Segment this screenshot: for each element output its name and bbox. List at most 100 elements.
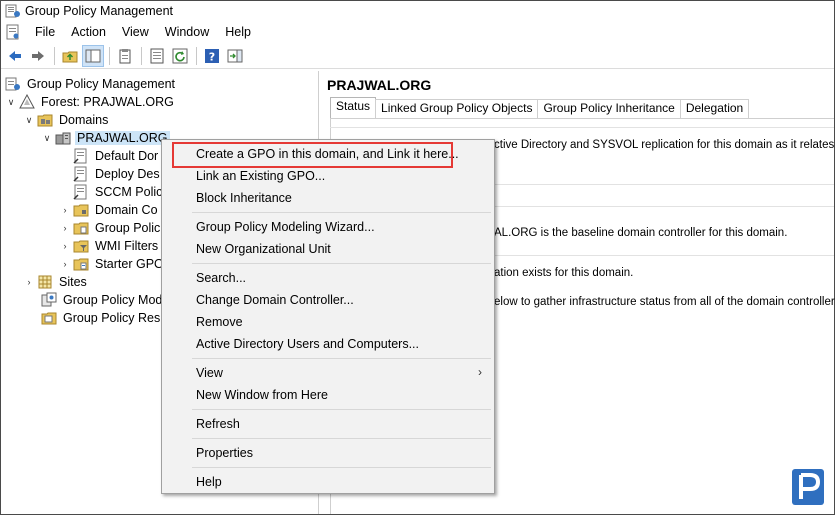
tree-node-group-policy-objects[interactable]: › Group Polic (59, 219, 162, 237)
help-button[interactable]: ? (201, 45, 223, 67)
expanded-chevron-icon[interactable]: ∨ (41, 133, 53, 144)
console-doc-icon[interactable] (5, 24, 21, 40)
tree-node-domain-prajwal[interactable]: ∨ PRAJWAL.ORG (41, 129, 170, 147)
menu-window[interactable]: Window (157, 25, 217, 39)
action-pane-button[interactable] (224, 45, 246, 67)
tree-node-wmi-filters[interactable]: › WMI Filters (59, 237, 160, 255)
tree-node-label: Group Policy Mode (63, 293, 170, 307)
menu-view[interactable]: View (114, 25, 157, 39)
tree-node-starter-gpos[interactable]: › Starter GPO (59, 255, 166, 273)
tree-node-gpo-link[interactable]: SCCM Polic (73, 183, 164, 201)
clipboard-button[interactable] (114, 45, 136, 67)
tree-node-forest[interactable]: ∨ Forest: PRAJWAL.ORG (5, 93, 176, 111)
window-title: Group Policy Management (25, 4, 173, 18)
title-bar[interactable]: Group Policy Management (1, 1, 834, 21)
menu-item-change-dc[interactable]: Change Domain Controller... (196, 293, 354, 307)
tab-gp-inheritance[interactable]: Group Policy Inheritance (537, 99, 681, 118)
clipboard-icon (119, 49, 131, 64)
tree-node-domain-controllers[interactable]: › Domain Co (59, 201, 160, 219)
menu-bar: File Action View Window Help (1, 22, 834, 42)
menu-item-properties[interactable]: Properties (196, 446, 253, 460)
collapsed-chevron-icon[interactable]: › (59, 205, 71, 215)
tree-node-gp-modeling[interactable]: Group Policy Mode (41, 291, 171, 309)
tree-node-gpo-link[interactable]: Deploy Des (73, 165, 162, 183)
brand-logo-icon (792, 469, 824, 505)
details-tabs: Status Linked Group Policy Objects Group… (330, 97, 750, 118)
menu-item-new-window[interactable]: New Window from Here (196, 388, 328, 402)
menu-item-ad-users-computers[interactable]: Active Directory Users and Computers... (196, 337, 419, 351)
tree-node-gpm-root[interactable]: Group Policy Management (5, 75, 177, 93)
back-button[interactable] (4, 45, 26, 67)
svg-text:?: ? (209, 51, 215, 64)
tree-node-label: Domain Co (95, 203, 158, 217)
menu-item-search[interactable]: Search... (196, 271, 246, 285)
tree-node-label: Group Policy Resul (63, 311, 170, 325)
forward-button[interactable] (27, 45, 49, 67)
tree-node-label: Starter GPO (95, 257, 164, 271)
gpo-link-icon (73, 148, 87, 164)
gather-status-text: elow to gather infrastructure status fro… (494, 296, 835, 308)
status-description-text: ctive Directory and SYSVOL replication f… (494, 139, 835, 151)
collapsed-chevron-icon[interactable]: › (23, 277, 35, 287)
action-pane-icon (227, 49, 243, 63)
status-info-text: ation exists for this domain. (494, 267, 634, 279)
tab-status[interactable]: Status (330, 97, 377, 118)
help-icon: ? (205, 49, 219, 64)
up-folder-icon (62, 51, 78, 63)
context-menu: Create a GPO in this domain, and Link it… (161, 139, 495, 494)
menu-separator (192, 467, 491, 468)
menu-separator (192, 409, 491, 410)
tab-linked-gpos[interactable]: Linked Group Policy Objects (375, 99, 539, 118)
menu-item-new-ou[interactable]: New Organizational Unit (196, 242, 331, 256)
ou-folder-icon (73, 204, 89, 217)
menu-item-refresh[interactable]: Refresh (196, 417, 240, 431)
menu-item-view[interactable]: View (196, 366, 223, 380)
gpo-link-icon (73, 184, 87, 200)
gpo-folder-icon (73, 222, 89, 235)
expanded-chevron-icon[interactable]: ∨ (23, 115, 35, 126)
tree-node-sites[interactable]: › Sites (23, 273, 89, 291)
expanded-chevron-icon[interactable]: ∨ (5, 97, 17, 108)
collapsed-chevron-icon[interactable]: › (59, 223, 71, 233)
gpo-link-icon (73, 166, 87, 182)
menu-separator (192, 438, 491, 439)
wmi-folder-icon (73, 240, 89, 253)
tree-node-label: Deploy Des (95, 167, 160, 181)
menu-item-remove[interactable]: Remove (196, 315, 243, 329)
domains-folder-icon (37, 114, 53, 127)
up-folder-button[interactable] (59, 45, 81, 67)
tree-node-gpo-link[interactable]: Default Dor (73, 147, 160, 165)
refresh-button[interactable] (169, 45, 191, 67)
gpm-root-icon (5, 77, 20, 91)
menu-item-block-inheritance[interactable]: Block Inheritance (196, 191, 292, 205)
tab-delegation[interactable]: Delegation (679, 99, 750, 118)
properties-button[interactable] (146, 45, 168, 67)
divider (330, 127, 834, 128)
menu-file[interactable]: File (27, 25, 63, 39)
show-hide-tree-button[interactable] (82, 45, 104, 67)
results-icon (41, 312, 57, 325)
menu-item-create-gpo-link[interactable]: Create a GPO in this domain, and Link it… (196, 147, 459, 161)
menu-item-link-existing-gpo[interactable]: Link an Existing GPO... (196, 169, 325, 183)
back-arrow-icon (9, 51, 21, 61)
submenu-arrow-icon: › (478, 365, 482, 379)
tree-node-label: Default Dor (95, 149, 159, 163)
tree-node-label: Group Policy Management (27, 77, 175, 91)
tree-node-label: Group Polic (95, 221, 161, 235)
menu-action[interactable]: Action (63, 25, 114, 39)
menu-help[interactable]: Help (217, 25, 259, 39)
toolbar: ? (1, 44, 834, 69)
collapsed-chevron-icon[interactable]: › (59, 259, 71, 269)
collapsed-chevron-icon[interactable]: › (59, 241, 71, 251)
tree-node-label: Sites (59, 275, 87, 289)
menu-item-help[interactable]: Help (196, 475, 222, 489)
tree-node-gp-results[interactable]: Group Policy Resul (41, 309, 172, 327)
tree-node-domains[interactable]: ∨ Domains (23, 111, 110, 129)
toolbar-separator (54, 47, 55, 65)
tree-node-label: Domains (59, 113, 109, 127)
menu-separator (192, 358, 491, 359)
menu-item-gp-modeling-wizard[interactable]: Group Policy Modeling Wizard... (196, 220, 375, 234)
domain-icon (55, 132, 71, 145)
refresh-icon (172, 48, 188, 64)
toolbar-separator (196, 47, 197, 65)
